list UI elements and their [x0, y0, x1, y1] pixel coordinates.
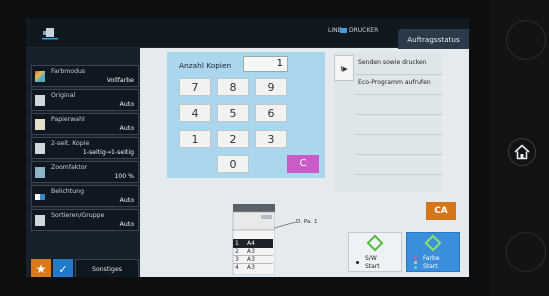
printer-indicator [340, 28, 347, 33]
action-panel: I▶ Senden sowie drucken Eco-Programm auf… [334, 52, 442, 192]
sort-icon [35, 215, 45, 226]
tray-number: 1 [235, 240, 239, 247]
copies-keypad: Anzahl Kopien 1 7 8 9 4 5 6 1 2 3 0 C [167, 52, 325, 178]
paper-select-icon [35, 119, 45, 130]
tray-1[interactable]: 1 A4 [233, 239, 273, 248]
function-value: Auto [119, 197, 134, 204]
function-panel: Farbmodus Vollfarbe Original Auto Papier… [26, 48, 140, 277]
output-tray-label: D. Pa. 1 [296, 219, 318, 225]
bw-start-button[interactable]: S/W Start [348, 232, 402, 272]
status-bar: LINE DRUCKER Auftragsstatus [26, 18, 469, 49]
function-value: Auto [119, 221, 134, 228]
copies-label: Anzahl Kopien [179, 61, 232, 70]
duplex-icon [35, 143, 45, 154]
color-dot-cyan [414, 266, 417, 269]
output-tray-line [274, 221, 297, 229]
function-label: 2-seit. Kopie [51, 140, 90, 147]
function-label: Sortieren/Gruppe [51, 212, 105, 219]
job-status-button[interactable]: Auftragsstatus [398, 29, 469, 49]
bw-dot [356, 261, 359, 264]
key-6[interactable]: 6 [255, 104, 287, 122]
function-label: Belichtung [51, 188, 85, 195]
bw-label: S/W [365, 255, 377, 262]
color-start-button[interactable]: Farbe Start [406, 232, 460, 272]
duplex-copy-button[interactable]: 2-seit. Kopie 1-seitig→1-seitig [31, 137, 139, 159]
tray-size: A3 [247, 248, 255, 255]
exposure-icon [35, 194, 45, 200]
function-value: Vollfarbe [106, 77, 134, 84]
empty-action-item [356, 155, 442, 175]
start-icon [366, 234, 384, 252]
function-label: Zoomfaktor [51, 164, 88, 171]
home-icon [514, 144, 530, 160]
function-value: Auto [119, 125, 134, 132]
color-mode-button[interactable]: Farbmodus Vollfarbe [31, 65, 139, 87]
bw-start-label: Start [365, 263, 380, 270]
home-screen-icon[interactable] [38, 25, 64, 41]
copier-device: LINE DRUCKER Auftragsstatus Farbmodus Vo… [0, 0, 549, 296]
key-8[interactable]: 8 [217, 78, 249, 96]
function-label: Original [51, 92, 76, 99]
bezel-arc-bottom [506, 232, 546, 272]
home-button[interactable] [508, 138, 536, 166]
printer-label: DRUCKER [349, 27, 379, 34]
sort-group-button[interactable]: Sortieren/Gruppe Auto [31, 209, 139, 231]
zoom-icon [35, 167, 45, 178]
tray-size: A4 [247, 240, 255, 247]
send-and-print-item[interactable]: Senden sowie drucken [356, 55, 442, 75]
empty-action-item [356, 95, 442, 115]
function-label: Papierwahl [51, 116, 85, 123]
color-mode-icon [35, 71, 45, 82]
tray-2[interactable]: 2 A3 [233, 248, 273, 256]
exposure-button[interactable]: Belichtung Auto [31, 185, 139, 207]
start-icon [424, 234, 442, 252]
favorites-star-button[interactable]: ★ [31, 259, 51, 277]
tray-number: 3 [235, 256, 239, 263]
clear-all-button[interactable]: CA [426, 202, 456, 220]
key-3[interactable]: 3 [255, 130, 287, 148]
action-panel-toggle[interactable]: I▶ [334, 55, 354, 81]
empty-action-item [356, 115, 442, 135]
function-label: Farbmodus [51, 68, 86, 75]
bezel-arc-top [506, 20, 546, 60]
zoom-button[interactable]: Zoomfaktor 100 % [31, 161, 139, 183]
tray-size: A3 [247, 256, 255, 263]
color-dot-yellow [414, 261, 417, 264]
tray-4[interactable]: 4 A3 [233, 264, 273, 273]
color-start-label: Start [423, 263, 438, 270]
copies-field[interactable]: 1 [243, 56, 288, 72]
function-value: Auto [119, 101, 134, 108]
key-1[interactable]: 1 [179, 130, 211, 148]
paper-select-button[interactable]: Papierwahl Auto [31, 113, 139, 135]
key-4[interactable]: 4 [179, 104, 211, 122]
clear-button[interactable]: C [287, 155, 319, 173]
key-9[interactable]: 9 [255, 78, 287, 96]
key-2[interactable]: 2 [217, 130, 249, 148]
function-value: 100 % [114, 173, 134, 180]
machine-diagram: 1 A4 2 A3 3 A3 4 A3 [231, 201, 276, 276]
bottom-row: ★ ✓ Sonstiges [31, 259, 139, 277]
empty-action-item [356, 135, 442, 155]
key-0[interactable]: 0 [217, 155, 249, 173]
original-icon [35, 95, 45, 106]
key-5[interactable]: 5 [217, 104, 249, 122]
confirm-check-button[interactable]: ✓ [53, 259, 73, 277]
eco-program-item[interactable]: Eco-Programm aufrufen [356, 75, 442, 95]
other-functions-button[interactable]: Sonstiges [75, 259, 139, 277]
function-value: 1-seitig→1-seitig [82, 149, 134, 156]
color-label: Farbe [423, 255, 440, 262]
tray-size: A3 [247, 264, 255, 271]
tray-3[interactable]: 3 A3 [233, 256, 273, 264]
touch-screen: LINE DRUCKER Auftragsstatus Farbmodus Vo… [26, 18, 469, 277]
tray-number: 2 [235, 248, 239, 255]
key-7[interactable]: 7 [179, 78, 211, 96]
color-dot-magenta [414, 256, 417, 259]
original-button[interactable]: Original Auto [31, 89, 139, 111]
tray-number: 4 [235, 264, 239, 271]
